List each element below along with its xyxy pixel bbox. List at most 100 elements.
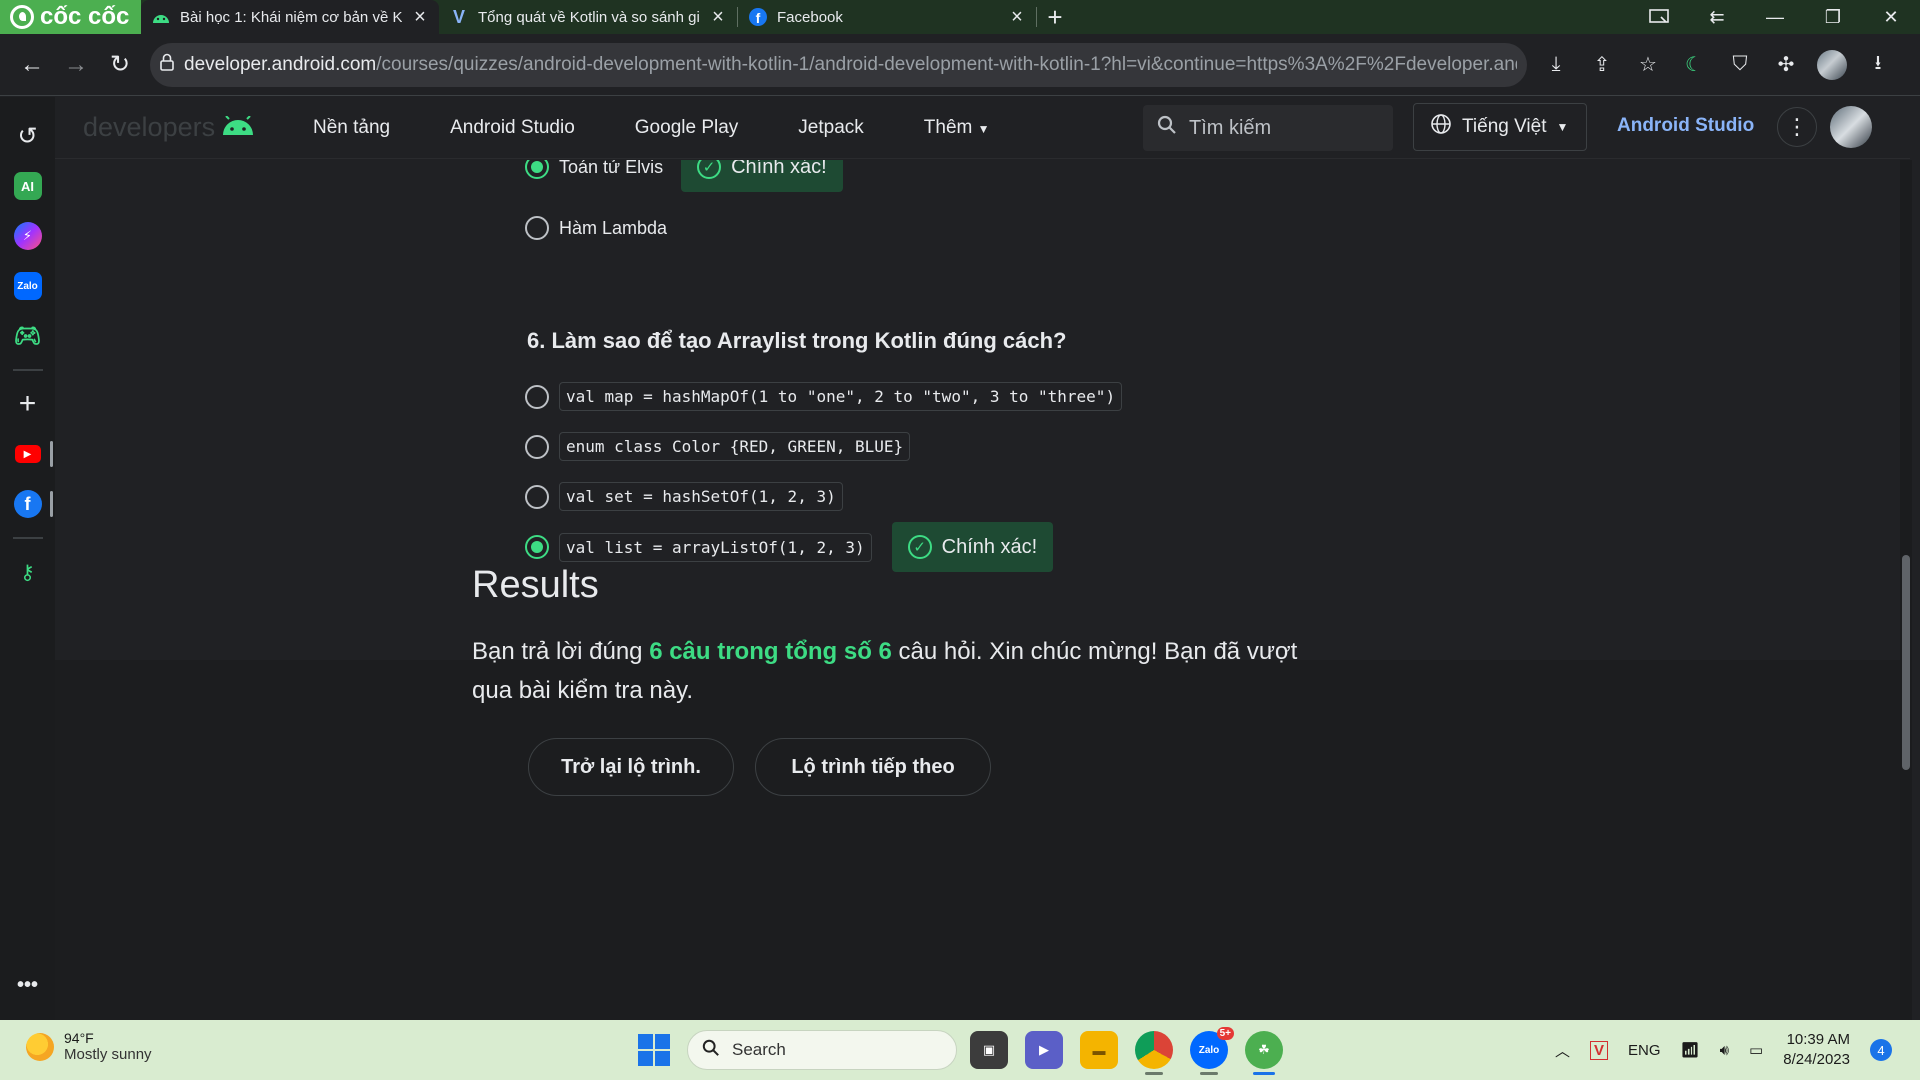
back-to-pathway-button[interactable]: Trở lại lộ trình. bbox=[528, 738, 734, 796]
nav-link-platform[interactable]: Nền tảng bbox=[313, 117, 390, 139]
back-arrow-icon[interactable]: ← bbox=[10, 43, 54, 87]
scrollbar-thumb[interactable] bbox=[1902, 555, 1910, 770]
sidebar-divider bbox=[12, 369, 43, 371]
search-placeholder: Tìm kiếm bbox=[1189, 116, 1272, 139]
notification-badge[interactable]: 4 bbox=[1869, 1039, 1892, 1061]
history-icon[interactable]: ↺ bbox=[0, 111, 55, 161]
clock[interactable]: 10:39 AM 8/24/2023 bbox=[1783, 1030, 1850, 1070]
tab-kotlin-overview[interactable]: V Tổng quát về Kotlin và so sánh giữa × bbox=[439, 0, 737, 34]
caret-down-icon: ▼ bbox=[977, 121, 990, 136]
viblo-favicon-icon: V bbox=[452, 6, 465, 27]
task-view-icon[interactable]: ▣ bbox=[970, 1031, 1008, 1069]
add-app-icon[interactable]: + bbox=[0, 379, 55, 429]
more-vert-icon[interactable]: ⋮ bbox=[1777, 107, 1817, 147]
taskbar-search[interactable]: Search bbox=[687, 1030, 957, 1070]
game-controller-icon[interactable]: 🎮︎ bbox=[0, 311, 55, 361]
site-search-input[interactable]: Tìm kiếm bbox=[1143, 105, 1393, 151]
zalo-app-icon[interactable]: Zalo 5+ bbox=[1190, 1027, 1234, 1075]
volume-icon[interactable]: 🔊︎ bbox=[1720, 1042, 1729, 1059]
radio-button[interactable] bbox=[525, 484, 549, 509]
correct-feedback-badge: ✓ Chính xác! bbox=[891, 522, 1054, 572]
developers-logo[interactable]: developers bbox=[83, 112, 313, 143]
vivaldi-icon[interactable]: V bbox=[1590, 1040, 1609, 1060]
answer-option-selected[interactable]: val list = arrayListOf(1, 2, 3) ✓ Chính … bbox=[525, 522, 1054, 572]
share-icon[interactable]: ⇪ bbox=[1581, 44, 1623, 86]
android-studio-link[interactable]: Android Studio bbox=[1617, 115, 1754, 137]
coccoc-app-icon[interactable]: ☘ bbox=[1245, 1031, 1283, 1075]
answer-option[interactable]: enum class Color {RED, GREEN, BLUE} bbox=[525, 432, 911, 461]
tab-title: Facebook bbox=[777, 8, 843, 26]
answer-option[interactable]: val map = hashMapOf(1 to "one", 2 to "tw… bbox=[525, 382, 1123, 411]
coccoc-menu-button[interactable]: cốc cốc bbox=[0, 0, 141, 34]
messenger-icon[interactable]: ⚡ bbox=[0, 211, 55, 261]
close-tab-icon[interactable]: × bbox=[411, 7, 429, 27]
wifi-icon[interactable]: 📶︎ bbox=[1681, 1041, 1700, 1059]
close-tab-icon[interactable]: × bbox=[1008, 7, 1026, 27]
adblock-shield-icon[interactable]: ⛉ bbox=[1719, 44, 1761, 86]
new-tab-button[interactable]: + bbox=[1037, 0, 1073, 34]
input-language[interactable]: ENG bbox=[1628, 1042, 1661, 1059]
nav-link-more[interactable]: Thêm ▼ bbox=[924, 117, 990, 139]
sidebar-toggle-icon[interactable]: ⇇ bbox=[1688, 0, 1746, 34]
quiz-content: Toán tử Elvis ✓ Chính xác! Hàm Lambda 6.… bbox=[55, 160, 1910, 1020]
date: 8/24/2023 bbox=[1783, 1051, 1850, 1068]
results-section bbox=[55, 660, 1910, 1020]
file-explorer-icon[interactable]: ▬ bbox=[1080, 1031, 1118, 1069]
screen-capture-icon[interactable] bbox=[1630, 0, 1688, 34]
tab-android-lesson[interactable]: Bài học 1: Khái niệm cơ bản về Kotlin × bbox=[141, 0, 439, 34]
close-tab-icon[interactable]: × bbox=[709, 7, 727, 27]
running-indicator bbox=[1145, 1072, 1163, 1075]
facebook-icon[interactable]: f bbox=[0, 479, 55, 529]
dark-mode-icon[interactable]: ☾ bbox=[1673, 44, 1715, 86]
weather-widget[interactable]: 94°F Mostly sunny bbox=[26, 1030, 152, 1063]
facebook-favicon-icon: f bbox=[748, 7, 768, 27]
nav-link-google-play[interactable]: Google Play bbox=[635, 117, 739, 139]
prev-option-lambda[interactable]: Hàm Lambda bbox=[525, 216, 667, 240]
account-avatar[interactable] bbox=[1830, 106, 1872, 148]
extensions-puzzle-icon[interactable]: ✣ bbox=[1765, 44, 1807, 86]
feedback-text: Chính xác! bbox=[941, 535, 1038, 558]
system-tray: ︿ V ENG 📶︎ 🔊︎ ▭ 10:39 AM 8/24/2023 4 bbox=[1555, 1020, 1892, 1080]
radio-button[interactable] bbox=[525, 384, 549, 409]
nav-link-android-studio[interactable]: Android Studio bbox=[450, 117, 575, 139]
more-options-icon[interactable]: ••• bbox=[0, 960, 55, 1010]
windows-start-icon[interactable] bbox=[638, 1034, 670, 1066]
forward-arrow-icon[interactable]: → bbox=[54, 43, 98, 87]
score-highlight: 6 câu trong tổng số 6 bbox=[649, 638, 892, 665]
zalo-icon[interactable]: Zalo bbox=[0, 261, 55, 311]
bookmark-star-icon[interactable]: ☆ bbox=[1627, 44, 1669, 86]
radio-button[interactable] bbox=[525, 535, 549, 559]
extension-key-icon[interactable]: ⚷ bbox=[0, 547, 55, 597]
radio-button[interactable] bbox=[525, 160, 549, 179]
ai-assistant-icon[interactable]: AI bbox=[0, 161, 55, 211]
tab-title: Bài học 1: Khái niệm cơ bản về Kotlin bbox=[180, 8, 402, 26]
battery-icon[interactable]: ▭ bbox=[1749, 1041, 1763, 1059]
restore-icon[interactable]: ❐ bbox=[1804, 0, 1862, 34]
close-window-icon[interactable]: ✕ bbox=[1862, 0, 1920, 34]
radio-button[interactable] bbox=[525, 216, 549, 240]
language-select[interactable]: Tiếng Việt ▼ bbox=[1413, 103, 1587, 151]
tab-facebook[interactable]: f Facebook × bbox=[738, 0, 1036, 34]
reload-icon[interactable]: ↻ bbox=[98, 43, 142, 87]
download-page-icon[interactable]: ⤓ bbox=[1535, 44, 1577, 86]
prev-option-elvis[interactable]: Toán tử Elvis ✓ Chính xác! bbox=[525, 160, 843, 192]
feedback-text: Chính xác! bbox=[731, 160, 827, 178]
results-heading: Results bbox=[472, 564, 599, 606]
minimize-icon[interactable]: — bbox=[1746, 0, 1804, 34]
next-pathway-button[interactable]: Lộ trình tiếp theo bbox=[755, 738, 991, 796]
coccoc-logo-icon bbox=[10, 5, 34, 29]
option-code: val set = hashSetOf(1, 2, 3) bbox=[559, 482, 843, 511]
zalo-badge: 5+ bbox=[1216, 1027, 1234, 1040]
nav-link-jetpack[interactable]: Jetpack bbox=[798, 117, 863, 139]
teams-meet-icon[interactable]: ▶ bbox=[1025, 1031, 1063, 1069]
youtube-icon[interactable]: ▶ bbox=[0, 429, 55, 479]
downloads-icon[interactable]: ⭳ bbox=[1857, 44, 1899, 86]
chrome-icon[interactable] bbox=[1135, 1031, 1173, 1075]
answer-option[interactable]: val set = hashSetOf(1, 2, 3) bbox=[525, 482, 843, 511]
temperature: 94°F bbox=[64, 1030, 94, 1046]
lock-icon[interactable] bbox=[160, 53, 174, 77]
profile-avatar[interactable] bbox=[1811, 44, 1853, 86]
address-bar[interactable]: developer.android.com/courses/quizzes/an… bbox=[150, 42, 1527, 87]
radio-button[interactable] bbox=[525, 434, 549, 459]
chevron-up-icon[interactable]: ︿ bbox=[1555, 1040, 1570, 1061]
